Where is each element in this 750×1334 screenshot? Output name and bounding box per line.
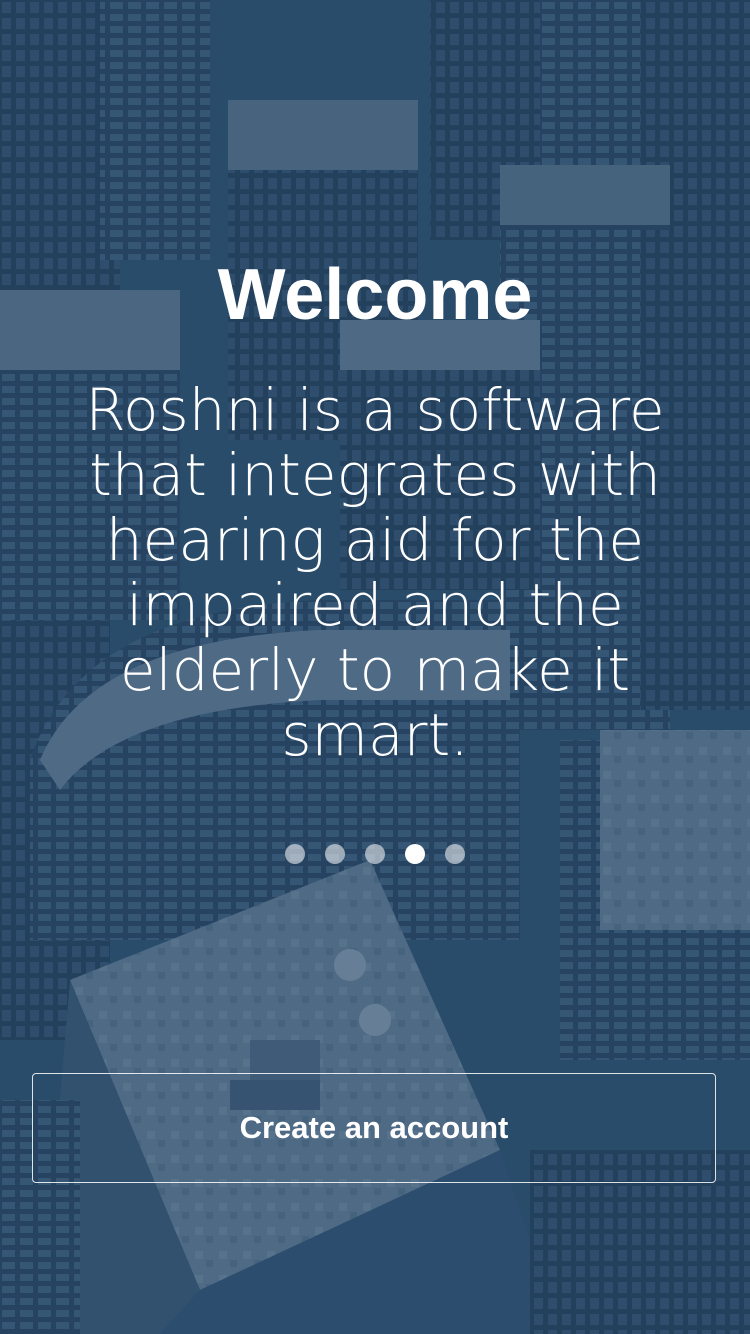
- page-dot-5[interactable]: [445, 844, 465, 864]
- page-dot-4-active[interactable]: [405, 844, 425, 864]
- create-account-button[interactable]: Create an account: [32, 1073, 716, 1183]
- page-dot-1[interactable]: [285, 844, 305, 864]
- welcome-description: Roshni is a software that integrates wit…: [85, 376, 665, 769]
- welcome-title: Welcome: [217, 255, 533, 335]
- create-account-label: Create an account: [239, 1110, 509, 1145]
- page-dot-3[interactable]: [365, 844, 385, 864]
- welcome-screen: Welcome Roshni is a software that integr…: [0, 0, 750, 1334]
- page-dot-2[interactable]: [325, 844, 345, 864]
- page-indicator: [0, 843, 750, 865]
